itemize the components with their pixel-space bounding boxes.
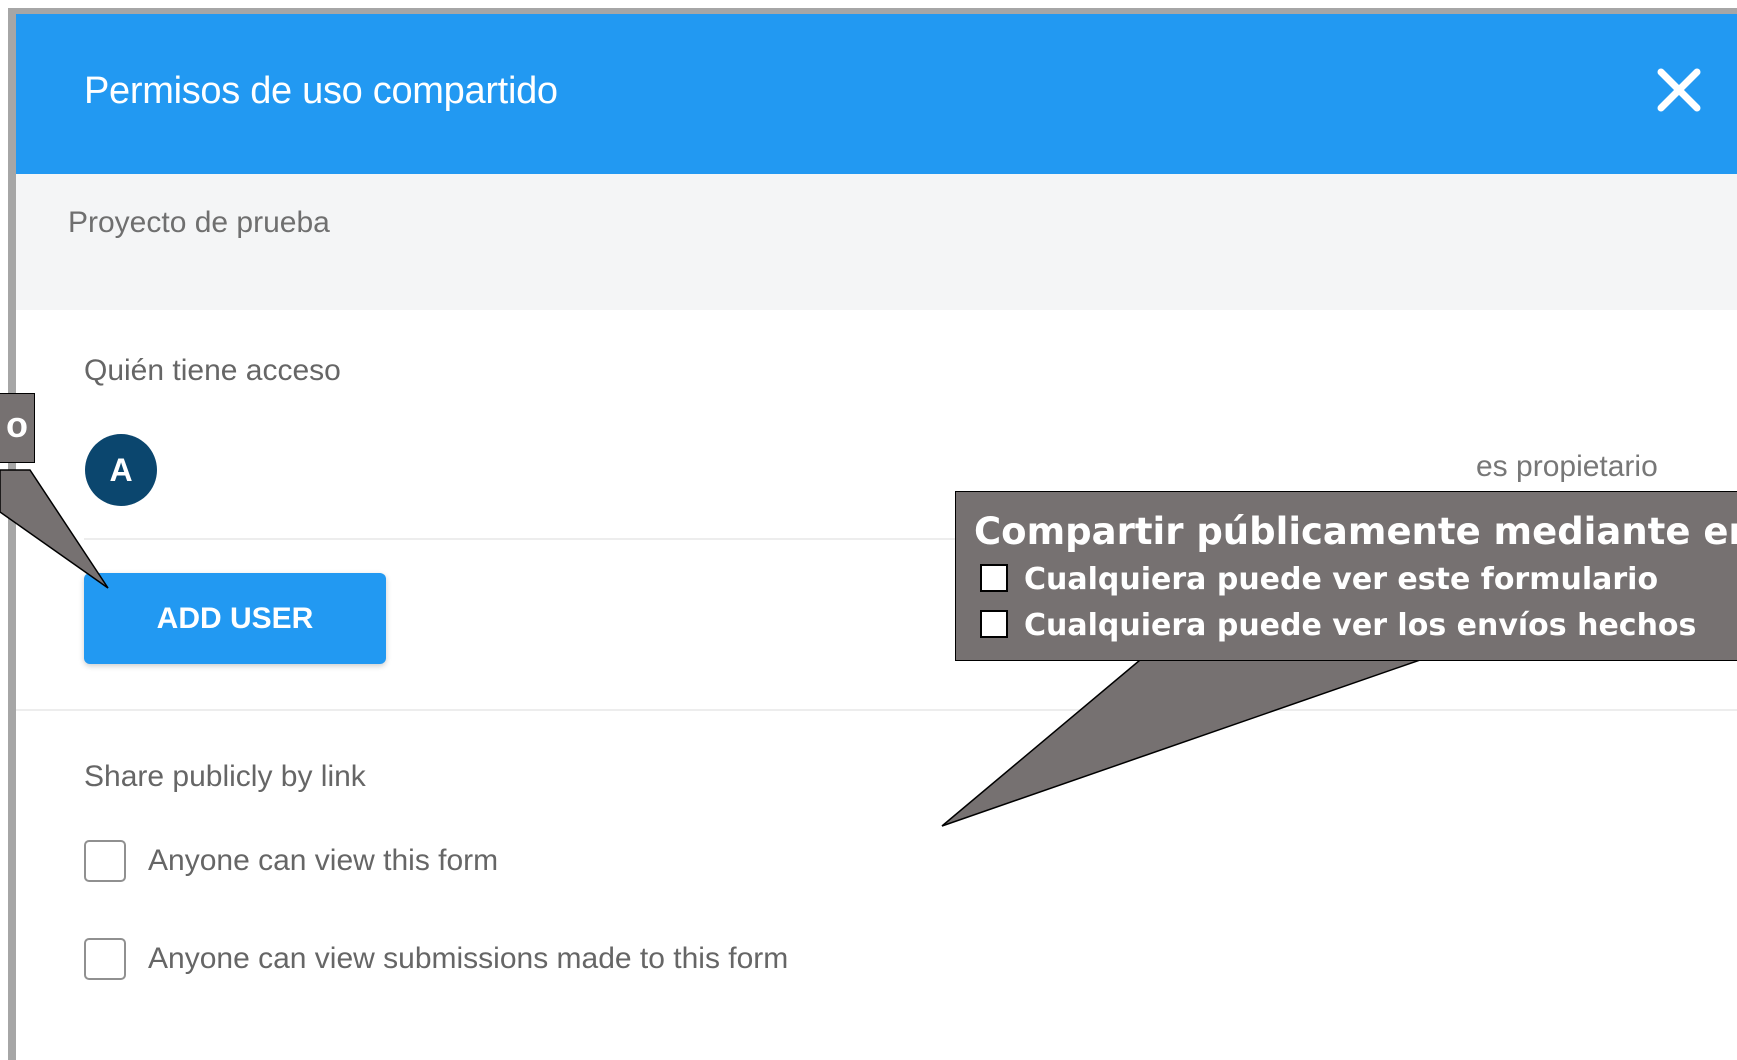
project-bar (16, 174, 1737, 310)
anyone-view-form-label: Anyone can view this form (148, 844, 499, 877)
avatar: A (85, 434, 157, 506)
anyone-view-submissions-label: Anyone can view submissions made to this… (148, 942, 789, 975)
dialog-header: Permisos de uso compartido (16, 14, 1737, 174)
divider (16, 709, 1737, 711)
anyone-view-submissions-checkbox[interactable] (84, 938, 126, 980)
project-name: Proyecto de prueba (68, 206, 330, 239)
add-user-button[interactable]: ADD USER (84, 573, 386, 664)
who-has-access-heading: Quién tiene acceso (84, 354, 341, 387)
user-role-label: es propietario (1476, 450, 1658, 483)
dialog-title: Permisos de uso compartido (84, 70, 558, 112)
close-icon[interactable] (1651, 62, 1707, 118)
sharing-permissions-dialog: Permisos de uso compartido (16, 14, 1737, 1060)
anyone-view-form-checkbox[interactable] (84, 840, 126, 882)
divider (84, 538, 1737, 540)
share-publicly-heading: Share publicly by link (84, 760, 366, 793)
